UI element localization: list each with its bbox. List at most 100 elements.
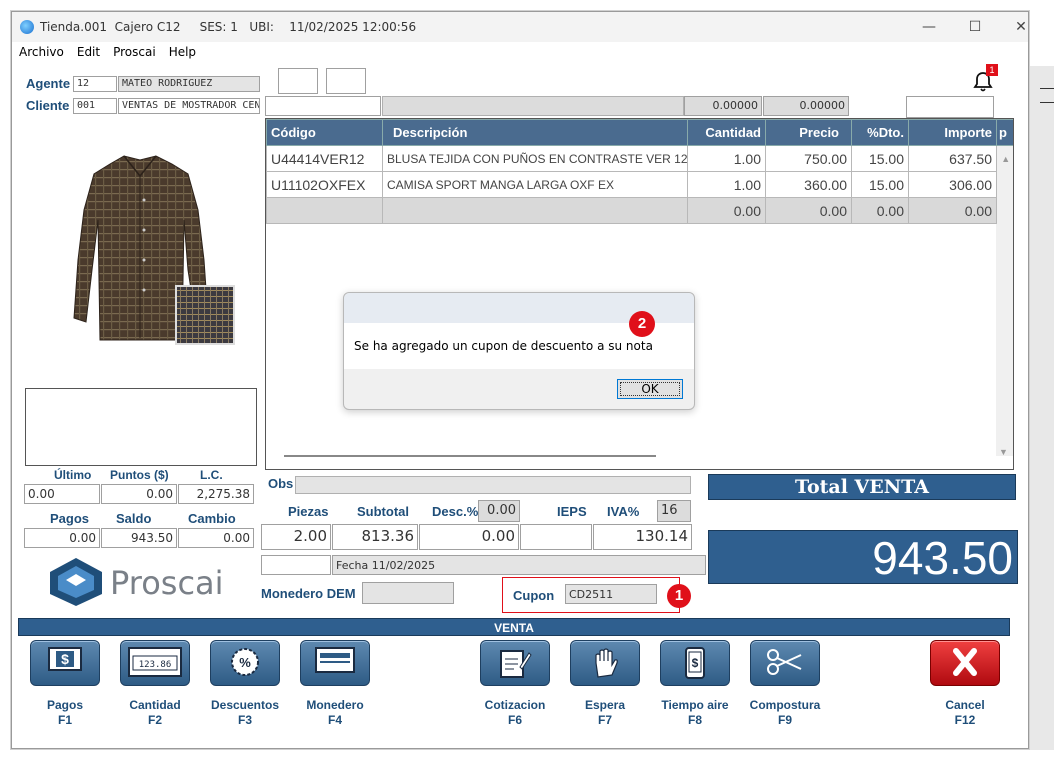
scroll-down-icon[interactable]: ▼ (999, 447, 1008, 457)
obs-field[interactable] (295, 476, 691, 494)
action-cotizacion[interactable]: Cotizacion F6 (480, 640, 560, 728)
action-descuentos[interactable]: % Descuentos F3 (210, 640, 290, 728)
pagos-label-text: Pagos (46, 698, 83, 712)
iva-label: IVA% (607, 504, 640, 519)
proscai-mark-icon (50, 558, 102, 606)
scroll-track[interactable] (996, 171, 1013, 198)
cupon-field[interactable]: CD2511 (565, 584, 657, 604)
notes-box[interactable] (25, 388, 257, 466)
scroll-up-icon[interactable]: ▲ (996, 145, 1013, 172)
piezas-label: Piezas (288, 504, 329, 519)
espera-button[interactable] (570, 640, 640, 686)
descuentos-label-text: Descuentos (210, 698, 280, 712)
svg-text:$: $ (61, 651, 69, 667)
pos-window: Tienda.001 Cajero C12 SES: 1 UBI: 11/02/… (11, 11, 1029, 749)
action-pagos[interactable]: $ Pagos F1 (30, 640, 110, 728)
notification-bell[interactable]: 1 (970, 64, 998, 94)
cliente-label: Cliente (26, 98, 70, 113)
fecha-left-field (261, 555, 331, 575)
menu-archivo[interactable]: Archivo (12, 42, 70, 59)
agente-code-field[interactable]: 12 (73, 76, 117, 92)
scissors-icon (767, 649, 802, 675)
action-compostura[interactable]: Compostura F9 (750, 640, 830, 728)
cell-descripcion (382, 197, 688, 224)
desc-pct-field[interactable]: 0.00 (478, 500, 520, 522)
grid-search-field[interactable] (265, 96, 381, 116)
subtotal-field: 813.36 (332, 524, 418, 550)
saldo-field: 943.50 (101, 528, 177, 548)
cotizacion-key: F6 (507, 713, 522, 727)
puntos-field: 0.00 (101, 484, 177, 504)
cell-codigo: U11102OXFEX (266, 171, 383, 198)
menu-bar: Archivo Edit Proscai Help (12, 42, 1028, 62)
monedero-label-text: Monedero (306, 698, 364, 712)
cancel-key: F12 (954, 713, 976, 727)
tiempo-aire-button[interactable]: $ (660, 640, 730, 686)
cliente-code-field[interactable]: 001 (73, 98, 117, 114)
cupon-highlight: Cupon CD2511 1 (502, 577, 691, 613)
horizontal-scrollbar[interactable] (284, 455, 656, 457)
cupon-label: Cupon (513, 588, 555, 603)
cancel-button[interactable] (930, 640, 1000, 686)
monedero-key: F4 (327, 713, 342, 727)
menu-proscai[interactable]: Proscai (106, 42, 162, 59)
action-monedero[interactable]: Monedero F4 (300, 640, 380, 728)
ieps-field (520, 524, 592, 550)
iva-pct-field[interactable]: 16 (657, 500, 691, 522)
iva-field: 130.14 (593, 524, 692, 550)
lc-field: 2,275.38 (178, 484, 254, 504)
monedero-button[interactable] (300, 640, 370, 686)
cantidad-button[interactable]: 123.86 (120, 640, 190, 686)
compostura-key: F9 (777, 713, 792, 727)
espera-label-text: Espera (584, 698, 626, 712)
mode-bar: VENTA (18, 618, 1010, 636)
cell-importe: 637.50 (908, 145, 997, 172)
percent-badge-icon: % (231, 648, 259, 676)
table-row[interactable]: 0.00 0.00 0.00 0.00 (266, 197, 1013, 224)
col-p[interactable]: p (996, 119, 1013, 146)
vertical-scrollbar[interactable] (996, 224, 1013, 456)
cell-descripcion: CAMISA SPORT MANGA LARGA OXF EX (382, 171, 688, 198)
small-box-2[interactable] (326, 68, 366, 94)
action-cancel[interactable]: Cancel F12 (930, 640, 1010, 728)
scroll-track[interactable] (996, 197, 1013, 224)
grid-right-field[interactable] (906, 96, 994, 118)
window-title: Tienda.001 Cajero C12 SES: 1 UBI: 11/02/… (40, 20, 417, 34)
col-precio[interactable]: Precio (765, 119, 852, 146)
grid-desc-filter (382, 96, 684, 116)
total-precio: 0.00000 (763, 96, 849, 116)
wallet-card-icon (315, 647, 355, 673)
small-box-1[interactable] (278, 68, 318, 94)
action-espera[interactable]: Espera F7 (570, 640, 650, 728)
cell-cantidad: 0.00 (687, 197, 766, 224)
table-row[interactable]: U11102OXFEX CAMISA SPORT MANGA LARGA OXF… (266, 171, 1013, 198)
action-tiempo-aire[interactable]: $ Tiempo aire F8 (660, 640, 740, 728)
compostura-button[interactable] (750, 640, 820, 686)
close-button[interactable]: ✕ (998, 16, 1044, 38)
table-row[interactable]: U44414VER12 BLUSA TEJIDA CON PUÑOS EN CO… (266, 145, 1013, 172)
menu-edit[interactable]: Edit (70, 42, 106, 59)
ultimo-label: Último (54, 468, 92, 482)
col-importe[interactable]: Importe (908, 119, 997, 146)
col-codigo[interactable]: Código (266, 119, 383, 146)
minimize-button[interactable]: — (906, 16, 952, 38)
piezas-field: 2.00 (261, 524, 331, 550)
proscai-logo: Proscai (46, 556, 246, 608)
compostura-label-text: Compostura (749, 698, 821, 712)
ok-button[interactable]: OK (617, 379, 683, 399)
descuentos-button[interactable]: % (210, 640, 280, 686)
pagos-button[interactable]: $ (30, 640, 100, 686)
tiempo-aire-label-text: Tiempo aire (661, 698, 729, 712)
maximize-button[interactable]: ☐ (952, 16, 998, 38)
pagos-field: 0.00 (24, 528, 100, 548)
title-bar: Tienda.001 Cajero C12 SES: 1 UBI: 11/02/… (12, 12, 1028, 42)
col-dto[interactable]: %Dto. (851, 119, 909, 146)
action-cantidad[interactable]: 123.86 Cantidad F2 (120, 640, 200, 728)
menu-help[interactable]: Help (162, 42, 202, 59)
cliente-name-field: VENTAS DE MOSTRADOR CEN (118, 98, 260, 114)
cotizacion-button[interactable] (480, 640, 550, 686)
col-cantidad[interactable]: Cantidad (687, 119, 766, 146)
monedero-field[interactable] (362, 582, 454, 604)
col-descripcion[interactable]: Descripción (382, 119, 688, 146)
cell-precio: 750.00 (765, 145, 852, 172)
